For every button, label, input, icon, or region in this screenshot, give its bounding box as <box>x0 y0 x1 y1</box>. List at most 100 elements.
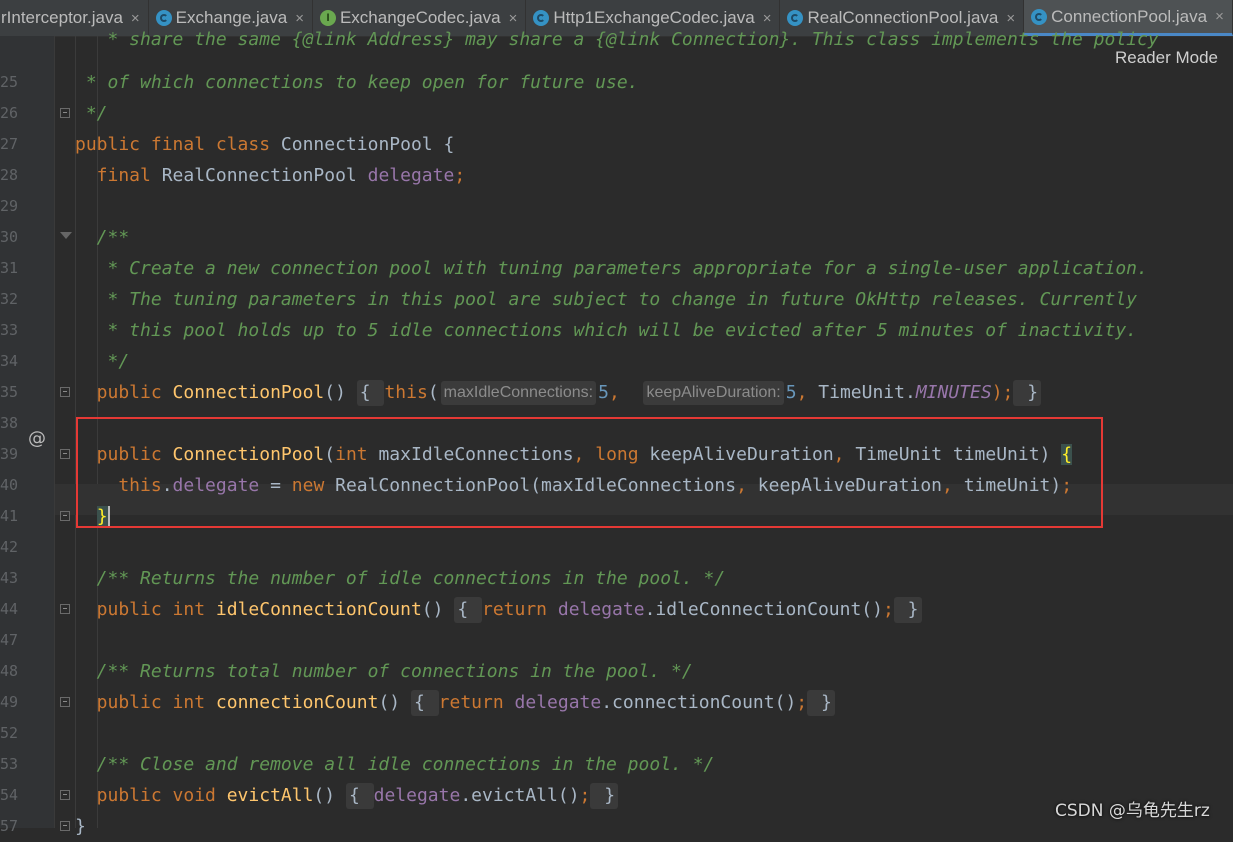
line-number: 32 <box>0 290 19 308</box>
code-token: * share the same {@link Address} may sha… <box>75 29 1159 50</box>
gutter-separator <box>54 36 55 828</box>
parameter-hint: maxIdleConnections: <box>440 381 597 405</box>
code-token: this <box>384 382 428 403</box>
code-line[interactable]: } <box>75 501 110 532</box>
code-token: this <box>75 475 162 496</box>
code-token: /** Returns the number of idle connectio… <box>75 568 726 589</box>
code-token: new <box>291 475 336 496</box>
code-token: * Create a new connection pool with tuni… <box>75 258 1148 279</box>
code-line[interactable]: */ <box>75 346 130 377</box>
code-line[interactable]: * of which connections to keep open for … <box>75 67 639 98</box>
code-line[interactable]: * Create a new connection pool with tuni… <box>75 253 1148 284</box>
code-token: ConnectionPool { <box>280 134 455 155</box>
code-token: { <box>454 597 482 623</box>
line-number: 30 <box>0 228 19 246</box>
code-token: ( <box>427 382 439 403</box>
fold-toggle-icon[interactable] <box>60 232 72 239</box>
override-annotation-icon[interactable]: @ <box>28 428 46 449</box>
code-token: { <box>356 380 385 406</box>
code-line[interactable]: public int idleConnectionCount() { retur… <box>75 594 922 625</box>
code-token: public int <box>75 599 216 620</box>
line-number: 49 <box>0 693 19 711</box>
code-line[interactable]: * The tuning parameters in this pool are… <box>75 284 1138 315</box>
code-token: .evictAll() <box>460 785 580 806</box>
code-token: public int <box>75 692 216 713</box>
code-token: /** Close and remove all idle connection… <box>75 754 715 775</box>
code-token: , <box>942 475 964 496</box>
code-token: ); <box>991 382 1014 403</box>
fold-toggle-icon[interactable] <box>60 108 70 118</box>
code-token: ; <box>1061 475 1073 496</box>
code-token: public <box>75 382 173 403</box>
code-line[interactable]: * share the same {@link Address} may sha… <box>75 24 1159 55</box>
fold-toggle-icon[interactable] <box>60 511 70 521</box>
code-line[interactable]: * this pool holds up to 5 idle connectio… <box>75 315 1138 346</box>
code-line[interactable]: this.delegate = new RealConnectionPool(m… <box>75 470 1072 501</box>
code-token: 5 <box>598 382 609 403</box>
line-number: 42 <box>0 538 19 556</box>
code-token: } <box>96 506 108 527</box>
code-token: RealConnectionPool <box>161 165 368 186</box>
code-token: .connectionCount() <box>601 692 797 713</box>
line-number: 44 <box>0 600 19 618</box>
code-token: /** <box>75 227 130 248</box>
code-line[interactable]: public ConnectionPool(int maxIdleConnect… <box>75 439 1073 470</box>
line-number: 28 <box>0 166 19 184</box>
fold-toggle-icon[interactable] <box>60 387 70 397</box>
code-token: , <box>833 444 856 465</box>
code-token: public <box>75 444 173 465</box>
code-line[interactable]: public void evictAll() { delegate.evictA… <box>75 780 619 811</box>
code-token: , <box>796 382 819 403</box>
code-token: maxIdleConnections <box>378 444 574 465</box>
code-token: TimeUnit. <box>818 382 916 403</box>
code-token: = <box>259 475 292 496</box>
code-line[interactable]: /** Close and remove all idle connection… <box>75 749 715 780</box>
code-line[interactable]: public final class ConnectionPool { <box>75 129 454 160</box>
line-number: 25 <box>0 73 19 91</box>
fold-toggle-icon[interactable] <box>60 821 70 831</box>
code-token: keepAliveDuration <box>757 475 943 496</box>
parameter-hint: keepAliveDuration: <box>643 381 784 405</box>
line-number: 26 <box>0 104 19 122</box>
line-number: 48 <box>0 662 19 680</box>
code-line[interactable]: /** <box>75 222 130 253</box>
vertical-scrollbar[interactable] <box>1219 36 1233 828</box>
code-token: MINUTES <box>915 382 992 403</box>
fold-toggle-icon[interactable] <box>60 697 70 707</box>
code-token: , <box>573 444 596 465</box>
close-icon[interactable]: × <box>1215 8 1224 25</box>
line-number: 33 <box>0 321 19 339</box>
code-line[interactable]: public int connectionCount() { return de… <box>75 687 835 718</box>
code-line[interactable]: final RealConnectionPool delegate; <box>75 160 465 191</box>
code-token: keepAliveDuration <box>649 444 834 465</box>
line-number: 41 <box>0 507 19 525</box>
code-token: , <box>608 382 642 403</box>
code-token: () <box>313 785 346 806</box>
fold-toggle-icon[interactable] <box>60 604 70 614</box>
code-token: ( <box>324 444 336 465</box>
code-token: .idleConnectionCount() <box>644 599 883 620</box>
code-token: } <box>590 783 619 809</box>
code-token: delegate <box>373 785 461 806</box>
code-token: , <box>736 475 758 496</box>
line-number: 27 <box>0 135 19 153</box>
code-token: * of which connections to keep open for … <box>75 72 639 93</box>
code-line[interactable]: public ConnectionPool() { this(maxIdleCo… <box>75 377 1042 408</box>
code-line[interactable]: */ <box>75 98 108 129</box>
code-token: } <box>75 816 86 837</box>
code-token: public void <box>75 785 227 806</box>
code-token: delegate <box>172 475 260 496</box>
code-line[interactable]: /** Returns the number of idle connectio… <box>75 563 726 594</box>
code-line[interactable]: /** Returns total number of connections … <box>75 656 693 687</box>
line-number: 53 <box>0 755 19 773</box>
code-token: idleConnectionCount <box>215 599 422 620</box>
code-token: public final class <box>75 134 281 155</box>
line-number: 39 <box>0 445 19 463</box>
fold-toggle-icon[interactable] <box>60 449 70 459</box>
code-token: * The tuning parameters in this pool are… <box>75 289 1138 310</box>
code-token: delegate <box>367 165 455 186</box>
line-number: 40 <box>0 476 19 494</box>
code-token: } <box>893 597 922 623</box>
fold-toggle-icon[interactable] <box>60 790 70 800</box>
code-line[interactable]: } <box>75 811 86 842</box>
